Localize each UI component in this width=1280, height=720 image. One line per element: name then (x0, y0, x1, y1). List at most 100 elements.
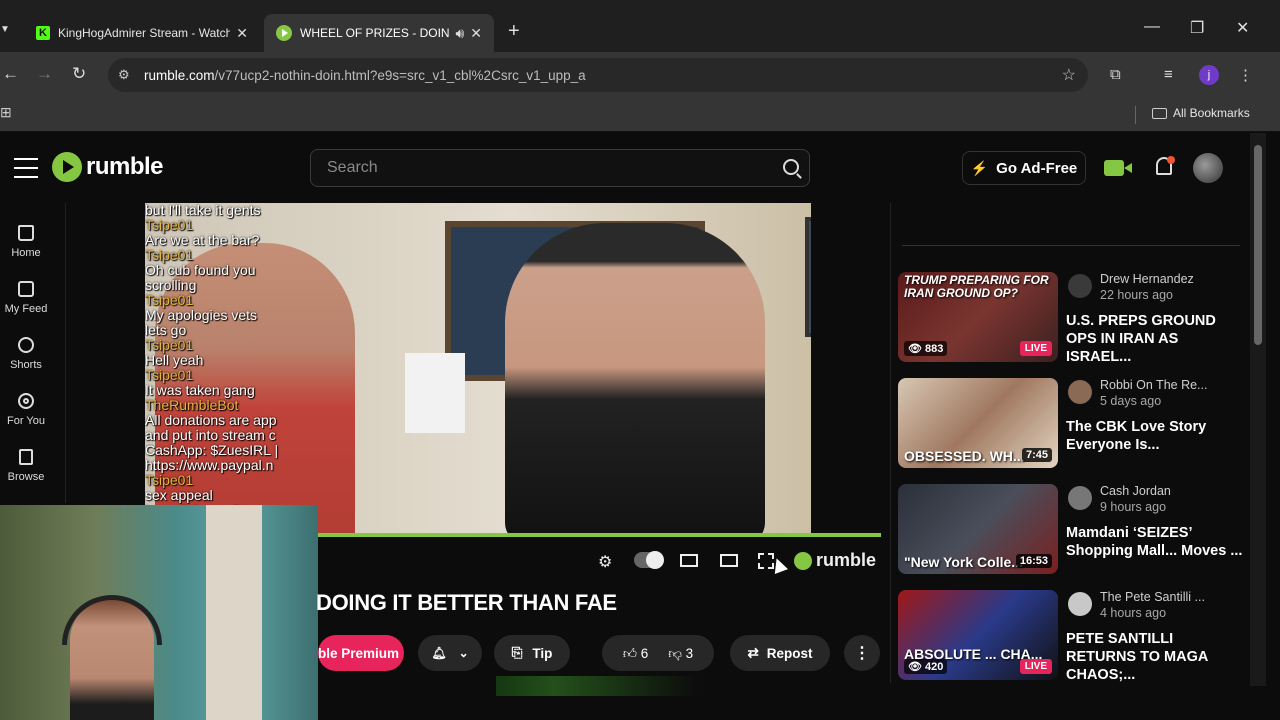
upload-time: 22 hours ago (1100, 288, 1173, 302)
chat-username: Tsipe01 (145, 247, 194, 263)
channel-name[interactable]: Robbi On The Re... (1100, 378, 1207, 392)
sidebar-item-browse[interactable]: Browse (0, 449, 52, 483)
home-icon (18, 225, 34, 241)
recommended-video-card[interactable]: ABSOLUTE ... CHA... 👁︎ 420 LIVE The Pete Sa… (898, 590, 1248, 684)
more-options-button[interactable]: ⋮ (844, 635, 880, 671)
settings-gear-icon[interactable]: ⚙ (598, 552, 612, 572)
tab-search-dropdown-icon[interactable]: ▼ (0, 24, 10, 35)
video-player[interactable]: but I'll take it gents Tsipe01 Are we at t… (145, 203, 811, 533)
user-avatar[interactable] (1193, 153, 1223, 183)
kick-favicon-icon: K (36, 26, 50, 40)
tab-kinghog[interactable]: K KingHogAdmirer Stream - Watch ✕ (24, 14, 260, 52)
like-button[interactable]: 👍︎ 6 (623, 645, 648, 662)
forward-icon[interactable]: → (36, 64, 53, 84)
repost-button[interactable]: ⇄ Repost (730, 635, 830, 671)
profile-avatar[interactable]: j (1199, 65, 1219, 85)
channel-avatar[interactable] (1068, 380, 1092, 404)
url-text[interactable]: rumble.com/v77ucp2-nothin-doin.html?e9s=… (144, 68, 586, 83)
wall-frame (805, 217, 811, 337)
search-bar (310, 149, 810, 187)
bookmark-star-icon[interactable]: ☆ (1062, 65, 1076, 85)
thumbnail-text: OBSESSED. WH... (904, 448, 1025, 464)
logo-text: rumble (86, 153, 164, 180)
tip-label: Tip (532, 645, 553, 661)
video-card-title[interactable]: Mamdani ‘SEIZES’ Shopping Mall... Moves … (1066, 524, 1246, 560)
channel-avatar[interactable] (1068, 274, 1092, 298)
divider (902, 245, 1240, 246)
upload-video-icon[interactable] (1104, 160, 1132, 176)
sidebar-item-shorts[interactable]: Shorts (0, 337, 52, 371)
shorts-icon (18, 337, 34, 353)
sidebar-item-for-you[interactable]: For You (0, 393, 52, 427)
chat-message: but I'll take it gents (145, 203, 261, 218)
menu-kebab-icon[interactable]: ⋮ (1238, 66, 1253, 84)
recommended-video-card[interactable]: TRUMP PREPARING FOR IRAN GROUND OP? 👁︎ 88… (898, 272, 1248, 366)
video-title: DOING IT BETTER THAN FAE (316, 590, 617, 615)
address-bar[interactable]: ⚙ rumble.com/v77ucp2-nothin-doin.html?e9… (108, 58, 1088, 92)
channel-name[interactable]: Cash Jordan (1100, 484, 1171, 498)
video-card-title[interactable]: The CBK Love Story Everyone Is... (1066, 418, 1246, 454)
recommended-video-card[interactable]: OBSESSED. WH... 7:45 Robbi On The Re... 5 d… (898, 378, 1248, 470)
close-window-icon[interactable]: ✕ (1236, 18, 1249, 38)
close-tab-icon[interactable]: ✕ (236, 25, 248, 42)
reload-icon[interactable]: ↻ (72, 64, 86, 84)
video-thumbnail[interactable]: "New York Colle... 16:53 (898, 484, 1058, 574)
site-info-icon[interactable]: ⚙ (118, 67, 136, 83)
go-ad-free-button[interactable]: ⚡ Go Ad-Free (962, 151, 1086, 185)
notify-bell-button[interactable]: 🔔︎ ⌄ (418, 635, 482, 671)
dislike-button[interactable]: 👎︎ 3 (668, 645, 693, 662)
video-card-title[interactable]: PETE SANTILLI RETURNS TO MAGA CHAOS;... (1066, 630, 1246, 684)
autoplay-toggle[interactable] (634, 551, 664, 569)
rumble-logo-icon (794, 551, 812, 570)
all-bookmarks-button[interactable]: All Bookmarks (1152, 106, 1250, 120)
lightning-icon: ⚡ (970, 159, 989, 176)
rumble-logo[interactable]: rumble (52, 152, 164, 182)
player-rumble-logo[interactable]: rumble (794, 550, 876, 571)
tab-title: KingHogAdmirer Stream - Watch (58, 26, 231, 40)
premium-button[interactable]: ble Premium (318, 635, 404, 671)
chat-username: Tsipe01 (145, 292, 194, 308)
back-icon[interactable]: ← (2, 64, 19, 84)
picture-in-picture-icon[interactable] (680, 554, 698, 567)
video-progress-bar[interactable] (318, 533, 881, 537)
restore-icon[interactable]: ❐ (1190, 18, 1204, 38)
chat-message: scrolling (145, 277, 197, 293)
like-count: 6 (640, 645, 649, 661)
channel-name[interactable]: The Pete Santilli ... (1100, 590, 1205, 604)
minimize-icon[interactable]: — (1144, 18, 1160, 36)
apps-grid-icon[interactable]: ⊞ (0, 104, 12, 121)
scrollbar-thumb[interactable] (1254, 145, 1262, 345)
chat-message: lets go (145, 322, 187, 338)
extensions-icon[interactable]: ⧉ (1110, 66, 1121, 83)
chat-overlay: but I'll take it gents Tsipe01 Are we at t… (145, 203, 315, 513)
video-thumbnail[interactable]: TRUMP PREPARING FOR IRAN GROUND OP? 👁︎ 88… (898, 272, 1058, 362)
left-sidebar: Home My Feed Shorts For You Browse (0, 203, 66, 503)
folder-icon (1152, 107, 1167, 119)
tab-wheel-of-prizes[interactable]: WHEEL OF PRIZES - DOING 🔊︎ ✕ (264, 14, 494, 52)
search-input[interactable] (311, 150, 751, 186)
browser-tab-bar: ▼ K KingHogAdmirer Stream - Watch ✕ WHEE… (0, 0, 1280, 52)
theater-mode-icon[interactable] (720, 554, 738, 567)
recommended-video-card[interactable]: "New York Colle... 16:53 Cash Jordan 9 hour… (898, 484, 1248, 576)
repost-icon: ⇄ (747, 645, 759, 660)
hamburger-menu-icon[interactable] (14, 158, 38, 185)
speaker-icon[interactable]: 🔊︎ (455, 25, 464, 42)
wall-flyer (405, 353, 465, 433)
rumble-favicon-icon (276, 25, 292, 41)
page-scrollbar[interactable] (1250, 133, 1266, 686)
duration-badge: 7:45 (1021, 448, 1052, 462)
video-thumbnail[interactable]: OBSESSED. WH... 7:45 (898, 378, 1058, 468)
channel-name[interactable]: Drew Hernandez (1100, 272, 1194, 286)
search-icon[interactable] (783, 159, 799, 175)
channel-avatar[interactable] (1068, 592, 1092, 616)
live-badge: LIVE (1019, 659, 1052, 674)
close-tab-icon[interactable]: ✕ (470, 25, 482, 42)
media-control-icon[interactable]: ≡ (1164, 66, 1173, 83)
new-tab-icon[interactable]: + (508, 20, 520, 43)
sidebar-item-my-feed[interactable]: My Feed (0, 281, 52, 315)
video-card-title[interactable]: U.S. PREPS GROUND OPS IN IRAN AS ISRAEL.… (1066, 312, 1246, 366)
sidebar-item-home[interactable]: Home (0, 225, 52, 259)
tip-button[interactable]: ⎘ Tip (494, 635, 570, 671)
video-thumbnail[interactable]: ABSOLUTE ... CHA... 👁︎ 420 LIVE (898, 590, 1058, 680)
channel-avatar[interactable] (1068, 486, 1092, 510)
